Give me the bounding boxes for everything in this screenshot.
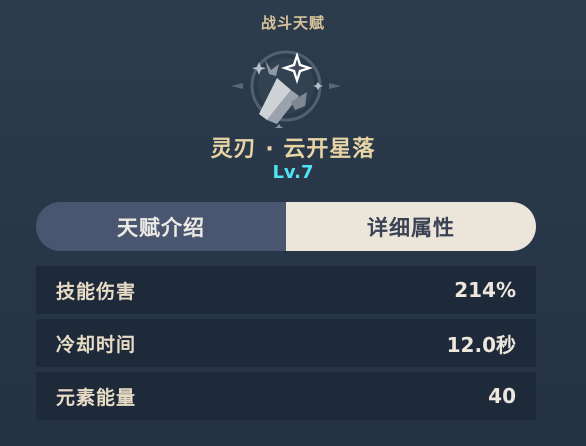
tab-talent-description[interactable]: 天赋介绍: [36, 202, 286, 251]
stat-label: 冷却时间: [56, 333, 137, 356]
tab-detailed-attributes[interactable]: 详细属性: [286, 202, 536, 251]
stat-label: 技能伤害: [56, 280, 137, 303]
skill-name: 灵刃 · 云开星落: [210, 137, 376, 162]
talent-tabs: 天赋介绍 详细属性: [36, 202, 536, 251]
stats-list: 技能伤害 214% 冷却时间 12.0秒 元素能量 40: [36, 266, 536, 425]
talent-panel: 战斗天赋 灵刃 · 云开星落 Lv.7 天赋介绍 详细属性 技能伤害 214% …: [0, 0, 586, 446]
stat-label: 元素能量: [56, 386, 137, 409]
stat-value: 40: [488, 384, 516, 408]
stat-row-energy-cost: 元素能量 40: [36, 372, 536, 420]
section-title: 战斗天赋: [260, 14, 325, 32]
skill-level: Lv.7: [272, 162, 314, 183]
stat-value: 12.0秒: [446, 332, 516, 357]
stat-row-skill-damage: 技能伤害 214%: [36, 266, 536, 314]
stat-row-cooldown: 冷却时间 12.0秒: [36, 319, 536, 367]
stat-value: 214%: [454, 278, 516, 302]
star-blade-emblem-icon: [231, 50, 341, 128]
